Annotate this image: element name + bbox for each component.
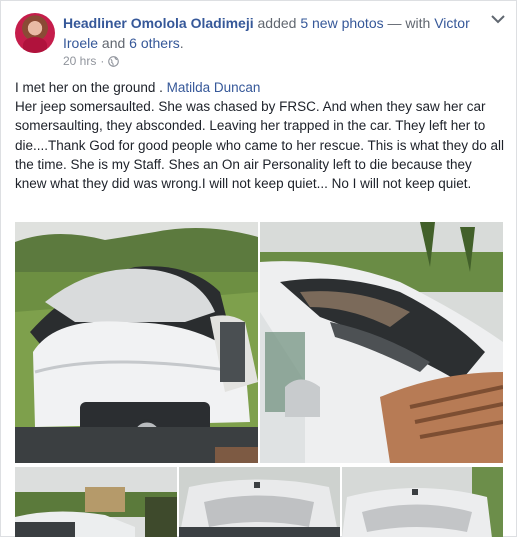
post-photo-1[interactable] bbox=[15, 222, 258, 463]
post-photo-4[interactable] bbox=[179, 467, 340, 537]
mention-link[interactable]: Matilda Duncan bbox=[167, 80, 261, 95]
body-paragraph: Her jeep somersaulted. She was chased by… bbox=[15, 99, 505, 192]
body-first-line: I met her on the ground . Matilda Duncan bbox=[15, 78, 505, 97]
period-text: . bbox=[179, 35, 184, 51]
others-link[interactable]: 6 others bbox=[129, 35, 180, 51]
post-meta: 20 hrs · bbox=[63, 54, 120, 68]
chevron-down-icon[interactable] bbox=[491, 14, 505, 24]
post-photo-2[interactable] bbox=[260, 222, 503, 463]
post-header: Headliner Omolola Oladimeji added 5 new … bbox=[63, 13, 483, 53]
with-text: — with bbox=[383, 15, 435, 31]
meta-separator: · bbox=[100, 54, 105, 68]
post-body: I met her on the ground . Matilda Duncan… bbox=[15, 78, 505, 193]
action-text: added bbox=[253, 15, 301, 31]
and-text: and bbox=[98, 35, 130, 51]
photos-link[interactable]: 5 new photos bbox=[300, 15, 383, 31]
timestamp-link[interactable]: 20 hrs bbox=[63, 54, 96, 68]
avatar[interactable] bbox=[15, 13, 55, 53]
post-photo-3[interactable] bbox=[15, 467, 177, 537]
post-photo-5[interactable] bbox=[342, 467, 503, 537]
body-intro-text: I met her on the ground . bbox=[15, 80, 167, 95]
globe-icon[interactable] bbox=[108, 55, 120, 67]
author-name-link[interactable]: Headliner Omolola Oladimeji bbox=[63, 15, 254, 31]
facebook-post: Headliner Omolola Oladimeji added 5 new … bbox=[0, 0, 517, 537]
